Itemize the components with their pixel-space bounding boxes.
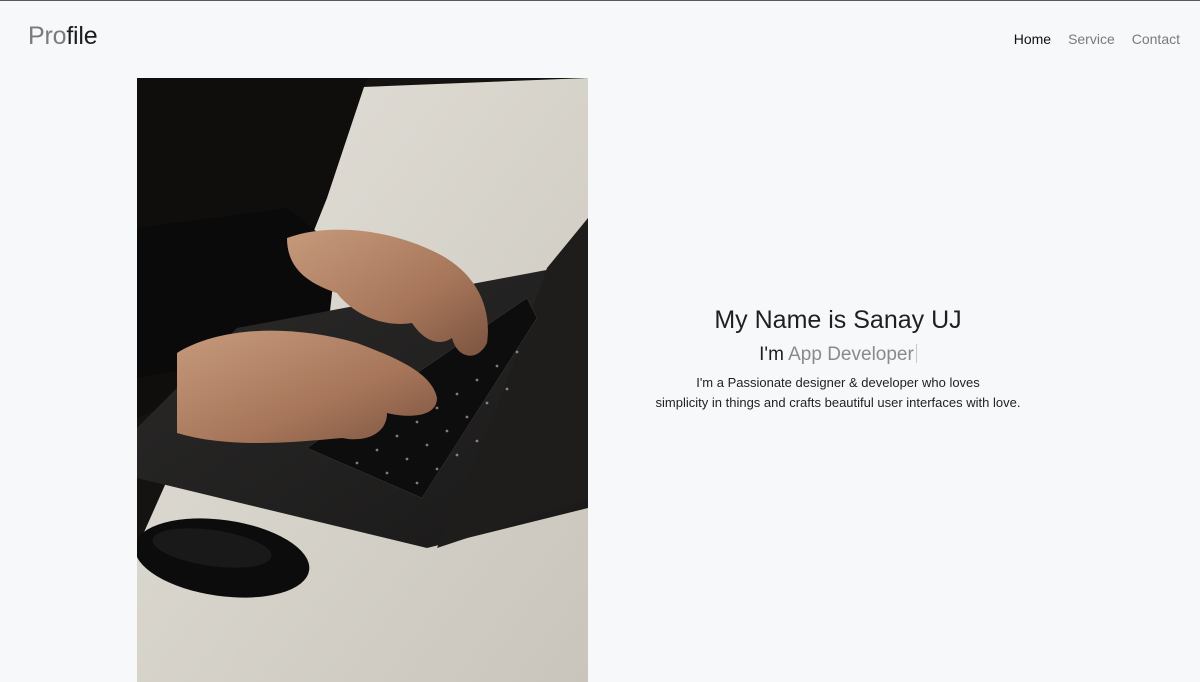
role-prefix: I'm — [759, 344, 789, 365]
nav-link-contact[interactable]: Contact — [1115, 31, 1180, 48]
hero-intro: My Name is Sanay UJ I'm App Developer I'… — [588, 300, 1088, 413]
hero-name-heading: My Name is Sanay UJ — [714, 306, 962, 334]
nav-link-home[interactable]: Home — [997, 31, 1051, 48]
role-typed-text: App Developer — [788, 344, 914, 365]
typing-cursor — [915, 344, 917, 363]
hero-bio: I'm a Passionate designer & developer wh… — [588, 373, 1088, 413]
navbar: Profile Home Service Contact — [0, 1, 1200, 73]
brand-part-dark: file — [66, 22, 98, 50]
brand-logo[interactable]: Profile — [28, 21, 98, 51]
hero-photo — [137, 78, 588, 682]
hero-bio-line-2: simplicity in things and crafts beautifu… — [655, 395, 1021, 410]
brand-part-light: Pro — [28, 22, 67, 50]
nav-menu: Home Service Contact — [997, 31, 1180, 48]
hero-bio-line-1: I'm a Passionate designer & developer wh… — [696, 375, 980, 390]
hero-role-heading: I'm App Developer — [588, 343, 1088, 367]
nav-link-service[interactable]: Service — [1051, 31, 1115, 48]
laptop-typing-illustration — [137, 78, 588, 682]
